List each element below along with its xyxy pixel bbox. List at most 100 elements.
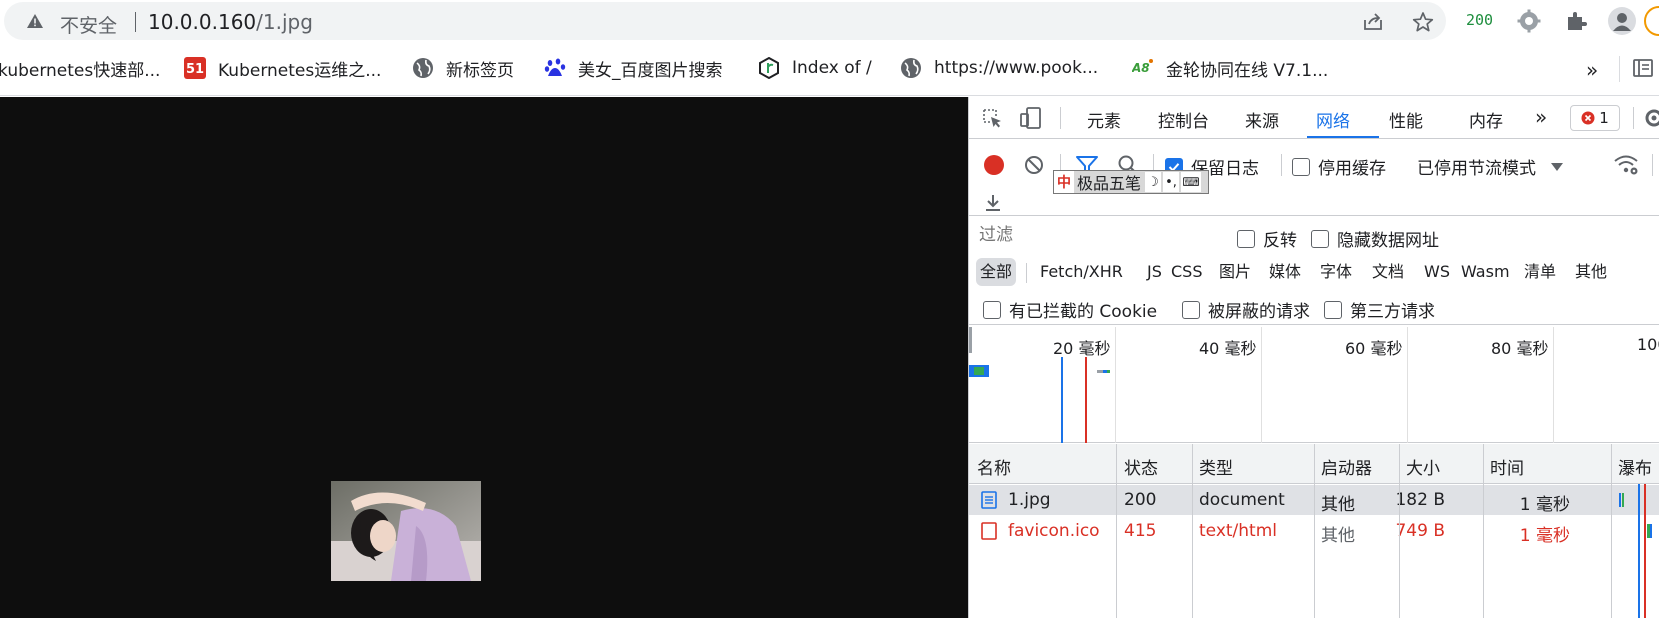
type-filter-css[interactable]: CSS <box>1167 258 1206 286</box>
type-filter-ws[interactable]: WS <box>1420 258 1454 286</box>
download-icon[interactable] <box>983 193 1003 213</box>
request-type: text/html <box>1199 521 1278 541</box>
bookmark-item[interactable]: 新标签页 <box>412 56 514 81</box>
column-header-type[interactable]: 类型 <box>1199 454 1233 479</box>
invert-label: 反转 <box>1263 231 1297 251</box>
blocked-requests-label: 被屏蔽的请求 <box>1208 302 1310 322</box>
url-text[interactable]: 10.0.0.160/1.jpg <box>148 10 313 34</box>
overview-drag-handle[interactable] <box>969 327 972 353</box>
overview-gridline <box>1407 327 1408 443</box>
hide-data-urls-checkbox[interactable]: 隐藏数据网址 <box>1311 226 1439 251</box>
checkbox-unchecked-icon <box>1237 229 1255 248</box>
bookmark-item[interactable]: 美女_百度图片搜索 <box>544 56 723 81</box>
clear-icon[interactable] <box>1024 155 1044 175</box>
tab-console[interactable]: 控制台 <box>1158 107 1209 132</box>
gear-icon[interactable] <box>1517 9 1541 33</box>
type-filter-img[interactable]: 图片 <box>1215 258 1255 286</box>
profile-avatar[interactable] <box>1608 7 1636 35</box>
column-divider <box>1483 444 1484 618</box>
type-filter-other[interactable]: 其他 <box>1571 258 1611 286</box>
type-filter-js[interactable]: JS <box>1143 258 1166 286</box>
not-secure-label[interactable]: 不安全 <box>60 11 117 38</box>
error-counter[interactable]: 1 <box>1570 105 1620 131</box>
network-overview[interactable]: 20 毫秒 40 毫秒 60 毫秒 80 毫秒 100 <box>969 327 1659 443</box>
type-filter-font[interactable]: 字体 <box>1316 258 1356 286</box>
column-header-size[interactable]: 大小 <box>1406 454 1440 479</box>
url-path: /1.jpg <box>256 10 313 34</box>
share-icon[interactable] <box>1362 12 1384 32</box>
request-table: 名称 状态 类型 启动器 大小 时间 瀑布 1.jpg 200 document… <box>969 444 1659 618</box>
more-tabs-icon[interactable]: » <box>1535 105 1547 129</box>
request-status: 415 <box>1124 521 1157 541</box>
bookmark-item[interactable]: https://www.pook... <box>900 56 1098 80</box>
throttling-label: 已停用节流模式 <box>1417 159 1536 179</box>
waterfall-load-line <box>1644 484 1646 618</box>
extensions-puzzle-icon[interactable] <box>1564 9 1588 33</box>
type-filter-manifest[interactable]: 清单 <box>1520 258 1560 286</box>
overview-gridline <box>1115 327 1116 443</box>
toolbar-divider <box>1652 154 1653 176</box>
tab-network[interactable]: 网络 <box>1316 107 1350 132</box>
inspect-element-icon[interactable] <box>981 107 1003 129</box>
bookmark-star-icon[interactable] <box>1412 11 1434 33</box>
device-toolbar-icon[interactable] <box>1019 106 1043 130</box>
overview-gridline <box>1553 327 1554 443</box>
type-filter-media[interactable]: 媒体 <box>1265 258 1305 286</box>
blocked-cookies-checkbox[interactable]: 有已拦截的 Cookie <box>983 297 1157 322</box>
bookmarks-divider <box>1619 56 1620 82</box>
hexagon-icon <box>759 57 779 79</box>
displayed-image <box>331 481 481 581</box>
tab-performance[interactable]: 性能 <box>1389 107 1423 132</box>
ime-toolbar[interactable]: 中 极品五笔 ☽ •, ⌨ <box>1053 170 1209 194</box>
keyboard-icon[interactable]: ⌨ <box>1181 172 1202 192</box>
column-header-time[interactable]: 时间 <box>1490 454 1524 479</box>
tab-memory[interactable]: 内存 <box>1469 107 1503 132</box>
waterfall-dcl-line <box>1638 484 1640 618</box>
tab-elements[interactable]: 元素 <box>1087 107 1121 132</box>
error-count: 1 <box>1599 109 1609 127</box>
column-header-initiator[interactable]: 启动器 <box>1321 454 1372 479</box>
type-filter-wasm[interactable]: Wasm <box>1457 258 1514 286</box>
filter-input[interactable] <box>973 221 1221 249</box>
column-header-waterfall[interactable]: 瀑布 <box>1618 454 1652 479</box>
type-filter-fetch-xhr[interactable]: Fetch/XHR <box>1036 258 1127 286</box>
bookmark-item[interactable]: 51 Kubernetes运维之... <box>184 56 381 81</box>
svg-text:51: 51 <box>186 62 204 77</box>
profile-sync-ring[interactable] <box>1644 6 1659 36</box>
bookmarks-bar: kubernetes快速部... 51 Kubernetes运维之... 新标签… <box>0 42 1659 96</box>
address-bar[interactable]: 不安全 10.0.0.160/1.jpg <box>4 2 1446 40</box>
type-filter-doc[interactable]: 文档 <box>1368 258 1408 286</box>
warning-triangle-icon[interactable] <box>26 12 44 30</box>
blocked-cookies-label: 有已拦截的 Cookie <box>1009 302 1158 322</box>
person-icon <box>1613 13 1631 31</box>
document-file-icon <box>981 491 997 509</box>
a8-icon: A8 <box>1132 59 1153 75</box>
punctuation-icon[interactable]: •, <box>1163 172 1180 192</box>
bookmark-item[interactable]: kubernetes快速部... <box>0 56 160 81</box>
blocked-requests-checkbox[interactable]: 被屏蔽的请求 <box>1182 297 1310 322</box>
disable-cache-checkbox[interactable]: 停用缓存 <box>1292 154 1386 179</box>
settings-gear-icon[interactable] <box>1643 107 1659 129</box>
chevron-double-right-icon[interactable]: » <box>1586 58 1598 82</box>
extension-badge[interactable]: 200 <box>1466 11 1493 29</box>
column-header-name[interactable]: 名称 <box>977 454 1011 479</box>
ime-mode-icon[interactable]: 中 <box>1054 171 1074 193</box>
waterfall-bar <box>1622 493 1624 507</box>
reading-list-icon[interactable] <box>1632 57 1654 79</box>
throttling-select[interactable]: 已停用节流模式 <box>1417 154 1564 179</box>
moon-icon[interactable]: ☽ <box>1145 172 1162 192</box>
overview-tick-label: 100 <box>1637 335 1659 354</box>
record-icon[interactable] <box>983 154 1005 176</box>
error-file-icon <box>981 522 997 540</box>
tab-sources[interactable]: 来源 <box>1245 107 1279 132</box>
page-viewport <box>0 97 968 618</box>
third-party-checkbox[interactable]: 第三方请求 <box>1324 297 1435 322</box>
network-conditions-icon[interactable] <box>1613 152 1639 176</box>
bookmark-item[interactable]: Index of / <box>758 56 872 80</box>
type-filter-all[interactable]: 全部 <box>976 258 1017 286</box>
bookmark-item[interactable]: A8 金轮协同在线 V7.1... <box>1132 56 1328 81</box>
column-header-status[interactable]: 状态 <box>1124 454 1158 479</box>
bookmark-label: https://www.pook... <box>934 58 1099 78</box>
invert-checkbox[interactable]: 反转 <box>1237 226 1297 251</box>
devtools-tab-bar: 元素 控制台 来源 网络 性能 内存 » 1 <box>969 97 1659 139</box>
